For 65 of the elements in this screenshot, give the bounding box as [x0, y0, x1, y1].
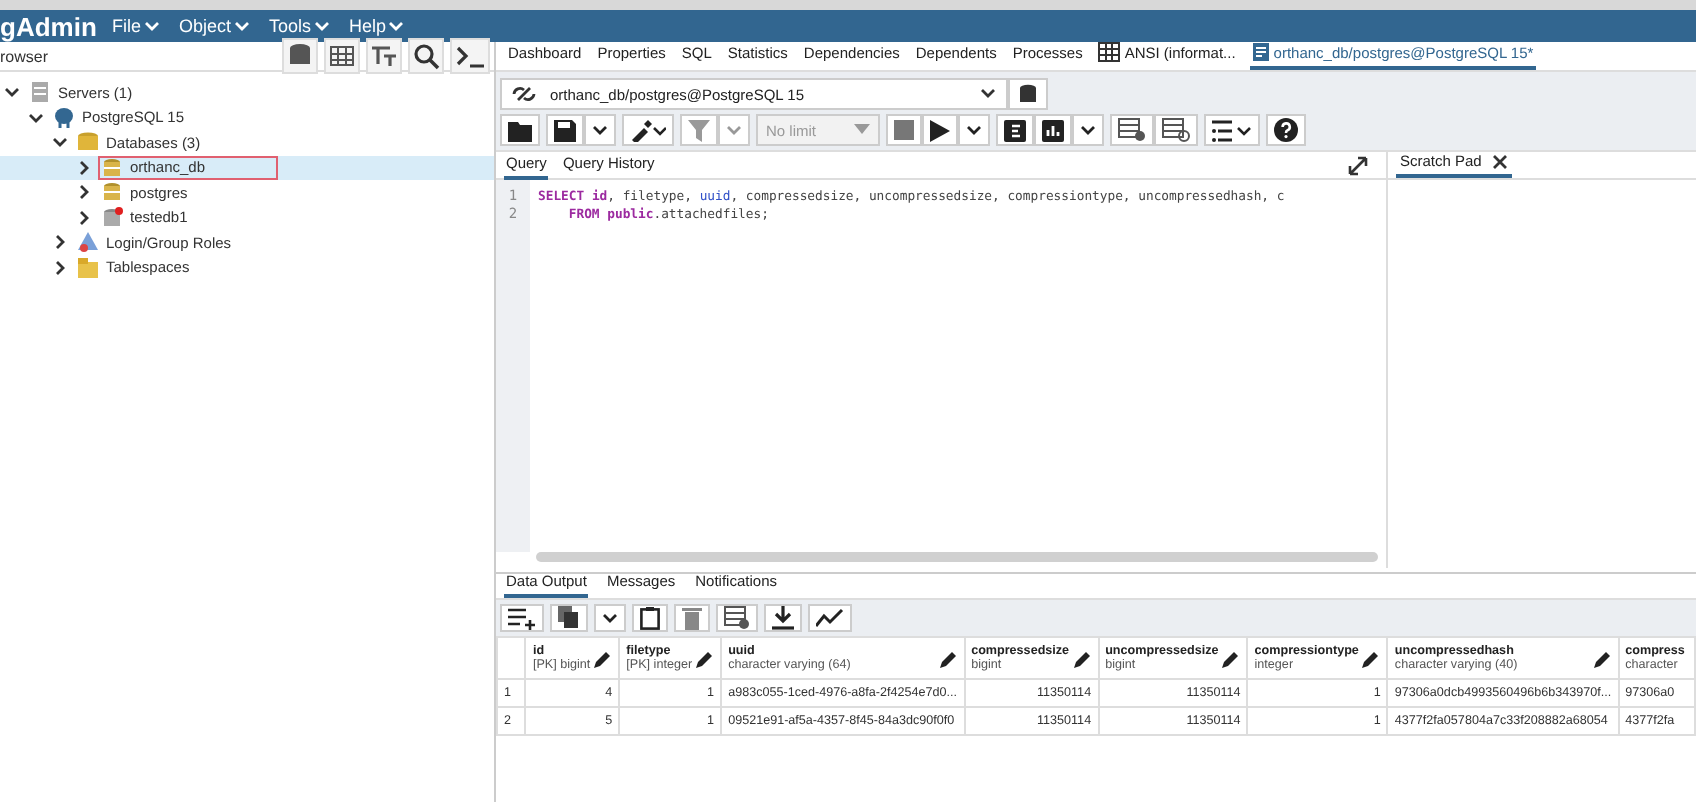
- app-logo: gAdmin: [0, 11, 99, 41]
- clipboard-icon[interactable]: [632, 604, 668, 632]
- collapse-icon[interactable]: [28, 109, 44, 126]
- expand-icon[interactable]: [52, 234, 68, 251]
- database-icon: [100, 155, 124, 180]
- add-row-icon[interactable]: [500, 604, 544, 632]
- menu-item[interactable]: File: [112, 16, 160, 36]
- expand-icon[interactable]: [1346, 153, 1370, 177]
- pencil-icon: [1222, 649, 1241, 667]
- database-icon: [76, 130, 100, 155]
- search-icon[interactable]: [408, 38, 444, 74]
- copy-icon[interactable]: [550, 604, 588, 632]
- terminal-icon[interactable]: [450, 38, 490, 74]
- table-icon[interactable]: [324, 38, 360, 74]
- close-icon[interactable]: [1491, 153, 1508, 169]
- pencil-icon: [1362, 649, 1381, 667]
- link-icon: [510, 82, 538, 106]
- table-icon: [1098, 42, 1121, 62]
- caret-icon[interactable]: [958, 114, 990, 146]
- save-icon[interactable]: [546, 114, 584, 146]
- table-icon[interactable]: [716, 604, 758, 632]
- line-chart-icon[interactable]: [808, 604, 852, 632]
- pencil-icon: [1593, 649, 1612, 667]
- chart-icon[interactable]: [1034, 114, 1072, 146]
- caret-icon: [313, 18, 330, 34]
- database-icon[interactable]: [1008, 78, 1048, 110]
- download-icon[interactable]: [764, 604, 802, 632]
- play-icon[interactable]: [922, 114, 958, 146]
- expand-icon[interactable]: [76, 184, 92, 201]
- caret-icon: [854, 124, 870, 136]
- pen-icon[interactable]: [622, 114, 674, 146]
- collapse-icon[interactable]: [52, 134, 68, 151]
- list-icon[interactable]: [1204, 114, 1260, 146]
- pencil-icon: [939, 649, 958, 667]
- caret-icon: [978, 86, 998, 102]
- database-icon: [100, 180, 124, 205]
- scrollbar[interactable]: [536, 552, 1378, 562]
- expand-icon[interactable]: [52, 259, 68, 276]
- panel-title: rowser: [0, 47, 49, 65]
- caret-icon[interactable]: [584, 114, 616, 146]
- stop-icon[interactable]: [886, 114, 922, 146]
- pencil-icon: [696, 649, 715, 667]
- menu-item[interactable]: Help: [349, 16, 405, 36]
- folder-icon[interactable]: [500, 114, 540, 146]
- pencil-icon: [594, 649, 613, 667]
- caret-icon: [143, 18, 160, 34]
- caret-icon: [233, 18, 250, 34]
- expand-icon[interactable]: [76, 209, 92, 226]
- server-stack-icon: [28, 80, 52, 105]
- expand-icon[interactable]: [76, 159, 92, 176]
- table-icon[interactable]: [1110, 114, 1154, 146]
- menu-item[interactable]: Object: [179, 16, 250, 36]
- explain-icon[interactable]: [996, 114, 1034, 146]
- folder-icon: [76, 255, 100, 280]
- menu-item[interactable]: Tools: [269, 16, 330, 36]
- caret-icon: [388, 18, 405, 34]
- caret-icon[interactable]: [1072, 114, 1104, 146]
- collapse-icon[interactable]: [4, 84, 20, 101]
- pencil-icon: [1073, 649, 1092, 667]
- table-icon[interactable]: [1154, 114, 1198, 146]
- database-icon: [100, 205, 124, 230]
- roles-icon: [76, 230, 100, 255]
- database-icon[interactable]: [282, 38, 318, 74]
- help-icon[interactable]: [1266, 114, 1306, 146]
- caret-icon[interactable]: [594, 604, 626, 632]
